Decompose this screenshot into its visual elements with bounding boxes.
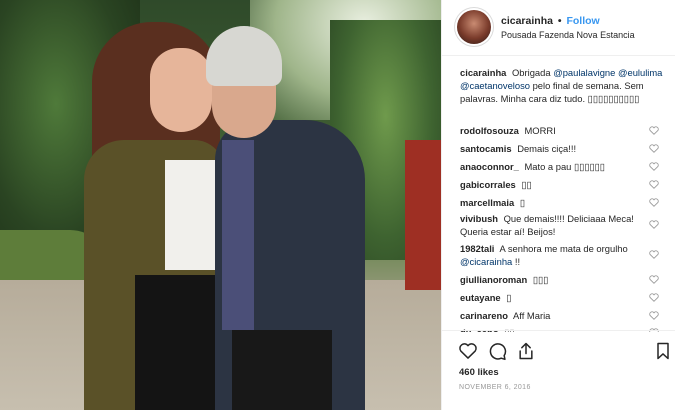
header-separator: • xyxy=(557,15,562,27)
comment-text: ▯▯ xyxy=(521,179,532,190)
comment-username[interactable]: giullianoroman xyxy=(460,274,527,285)
caption-text: Obrigada xyxy=(512,67,551,78)
follow-button[interactable]: Follow xyxy=(566,15,599,27)
comment-heart-icon[interactable] xyxy=(649,198,659,207)
comment-item: carinareno Aff Maria xyxy=(460,309,650,322)
bookmark-icon[interactable] xyxy=(653,341,673,361)
speech-bubble-icon[interactable] xyxy=(487,341,507,361)
caption-username[interactable]: cicarainha xyxy=(460,67,506,78)
post-date: NOVEMBER 6, 2016 xyxy=(459,384,531,391)
post-caption: cicarainha Obrigada @paulalavigne @eulul… xyxy=(460,66,665,105)
photo-woman-shirt xyxy=(165,160,220,270)
comment-heart-icon[interactable] xyxy=(649,220,659,229)
post-photo[interactable] xyxy=(0,0,441,410)
comment-heart-icon[interactable] xyxy=(649,250,659,259)
comment-text: ▯ xyxy=(519,197,525,208)
comment-heart-icon[interactable] xyxy=(649,293,659,302)
caption-mention[interactable]: @caetanoveloso xyxy=(460,80,530,91)
header-user-line: cicarainha • Follow xyxy=(501,15,600,27)
photo-woman-face xyxy=(150,48,212,132)
comment-item: gabicorrales ▯▯ xyxy=(460,178,650,191)
comment-heart-icon[interactable] xyxy=(649,144,659,153)
likes-count[interactable]: 460 likes xyxy=(459,367,499,378)
avatar[interactable] xyxy=(457,10,491,44)
share-arrow-icon[interactable] xyxy=(516,341,536,361)
comment-username[interactable]: santocamis xyxy=(460,143,512,154)
comment-text: !! xyxy=(514,256,521,267)
comment-item: eutayane ▯ xyxy=(460,291,650,304)
caption-mention[interactable]: @eululima xyxy=(618,67,662,78)
comment-username[interactable]: vivibush xyxy=(460,213,498,224)
comment-username[interactable]: rodolfosouza xyxy=(460,125,519,136)
comment-text: ▯ xyxy=(506,292,512,303)
header-username[interactable]: cicarainha xyxy=(501,15,553,27)
comment-text: A senhora me mata de orgulho xyxy=(499,243,628,254)
photo-man-pants xyxy=(232,330,332,410)
comment-username[interactable]: 1982tali xyxy=(460,243,494,254)
comment-heart-icon[interactable] xyxy=(649,180,659,189)
comment-username[interactable]: gabicorrales xyxy=(460,179,516,190)
comment-heart-icon[interactable] xyxy=(649,275,659,284)
comment-text: Aff Maria xyxy=(513,310,551,321)
photo-man-shirt xyxy=(222,140,254,330)
comment-username[interactable]: marcellmaia xyxy=(460,197,514,208)
heart-outline-icon[interactable] xyxy=(458,341,478,361)
caption-mention[interactable]: @paulalavigne xyxy=(553,67,615,78)
comment-username[interactable]: anaoconnor_ xyxy=(460,161,519,172)
comment-item: rodolfosouza MORRI xyxy=(460,124,650,137)
comment-item: marcellmaia ▯ xyxy=(460,196,650,209)
location-link[interactable]: Pousada Fazenda Nova Estancia xyxy=(501,30,635,40)
comments-list[interactable]: cicarainha Obrigada @paulalavigne @eulul… xyxy=(442,62,675,332)
comment-item: santocamis Demais ciça!!! xyxy=(460,142,650,155)
post-actions: 460 likes NOVEMBER 6, 2016 xyxy=(442,330,675,398)
comment-text: Mato a pau ▯▯▯▯▯▯ xyxy=(524,161,605,172)
comment-heart-icon[interactable] xyxy=(649,311,659,320)
post-header: cicarainha • Follow Pousada Fazenda Nova… xyxy=(442,0,675,56)
comment-item: vivibush Que demais!!!! Deliciaaa Meca! … xyxy=(460,212,650,238)
comment-heart-icon[interactable] xyxy=(649,162,659,171)
post-side-panel: cicarainha • Follow Pousada Fazenda Nova… xyxy=(441,0,675,410)
comment-item: giullianoroman ▯▯▯ xyxy=(460,273,650,286)
comment-username[interactable]: carinareno xyxy=(460,310,508,321)
comment-text: MORRI xyxy=(524,125,556,136)
comment-username[interactable]: eutayane xyxy=(460,292,501,303)
comment-item: anaoconnor_ Mato a pau ▯▯▯▯▯▯ xyxy=(460,160,650,173)
photo-red-post xyxy=(405,140,441,290)
comment-text: ▯▯▯ xyxy=(532,274,549,285)
comment-text: Demais ciça!!! xyxy=(517,143,577,154)
comment-mention[interactable]: @cicarainha xyxy=(460,256,512,267)
comment-item: 1982tali A senhora me mata de orgulho @c… xyxy=(460,242,650,268)
comment-heart-icon[interactable] xyxy=(649,126,659,135)
